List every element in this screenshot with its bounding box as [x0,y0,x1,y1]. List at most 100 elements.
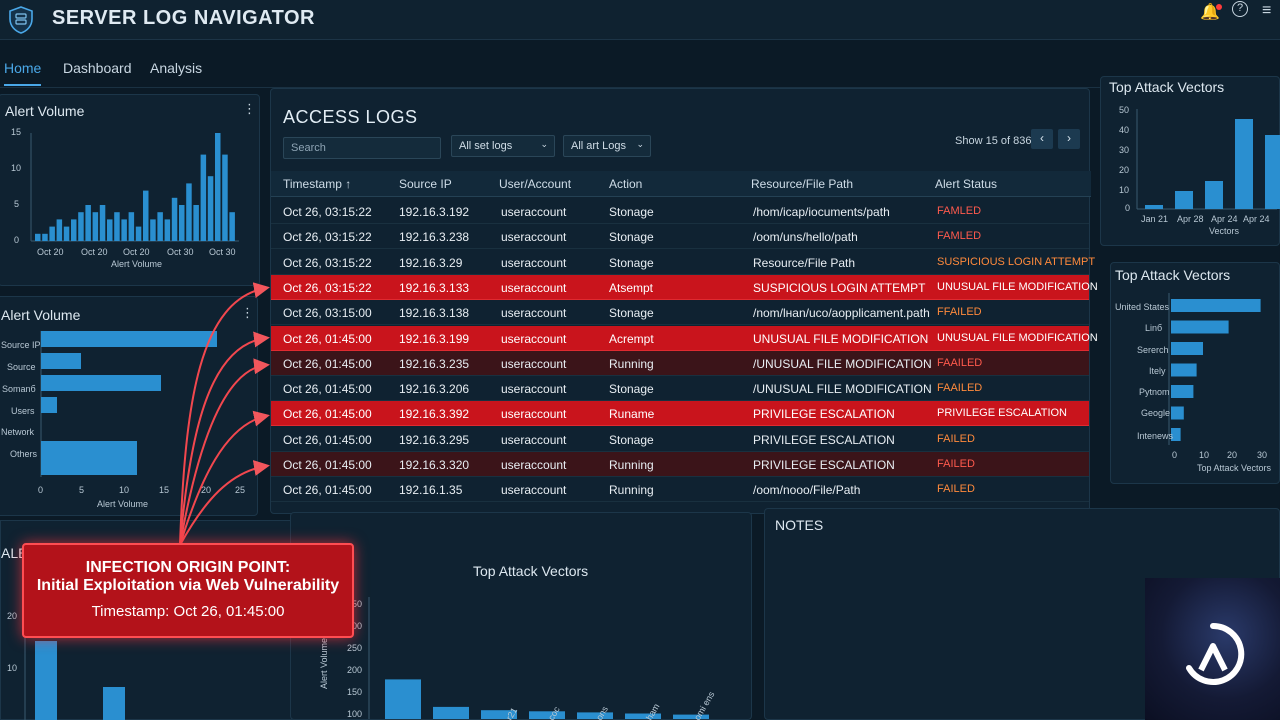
y-tick: 40 [1119,125,1129,135]
table-row[interactable]: Oct 26, 03:15:22 192.16.3.29 useraccount St… [271,250,1095,275]
bell-icon[interactable]: 🔔 [1200,2,1222,22]
alert-status-cell: PRIVILEGE ESCALATION [937,407,1068,420]
bar [229,212,235,241]
source-ip-cell: 192.16.3.320 [399,458,470,472]
y-tick: 0 [1125,203,1130,213]
menu-icon[interactable]: ≡ [1262,2,1271,20]
x-tick: Oct 30 [209,247,236,257]
table-row[interactable]: Oct 26, 03:15:00 192.16.3.138 useraccount S… [271,300,1089,326]
log-source-dropdown[interactable]: All art Logs ⌄ [563,135,651,157]
timestamp-cell: Oct 26, 01:45:00 [283,432,372,447]
user-cell: useraccount [501,331,567,346]
x-tick: omi ens [692,689,717,720]
bar [157,212,163,241]
x-tick: 0 [1172,450,1177,460]
panel-title: Alert Volume [1,307,81,323]
column-header-timestamp[interactable]: Timestamp ↑ [283,177,351,191]
dropdown-value: All set logs [459,140,513,152]
source-ip-cell: 192.16.3.235 [399,356,470,371]
main-nav: Home Dashboard Analysis [0,52,1280,88]
bar [171,197,178,241]
alert-status-cell: UNUSUAL FILE MODIFICATION [937,280,1098,293]
action-cell: Atsempt [609,280,654,295]
log-type-dropdown[interactable]: All set logs ⌄ [451,135,555,157]
x-tick: 15 [159,485,169,495]
bar [222,154,228,241]
table-row[interactable]: Oct 26, 01:45:00 192.16.3.206 useraccount S… [271,376,1089,402]
kebab-icon[interactable]: ⋮ [241,305,254,321]
bar [1171,406,1184,420]
source-ip-cell: 192.16.3.133 [399,280,470,295]
column-header-status[interactable]: Alert Status [935,177,997,191]
tab-home[interactable]: Home [4,60,42,86]
bar [63,226,70,241]
chevron-down-icon: ⌄ [636,139,644,149]
help-icon[interactable]: ? [1232,1,1248,17]
action-cell: Stonage [609,255,654,270]
table-row[interactable]: Oct 26, 01:45:00 192.16.3.392 useraccount R… [271,401,1089,427]
bar [92,212,99,241]
table-row[interactable]: Oct 26, 03:15:22 192.16.3.192 useraccount S… [271,199,1089,224]
resource-path-cell: SUSPICIOUS LOGIN ATTEMPT [753,280,926,295]
kebab-icon[interactable]: ⋮ [243,101,256,117]
table-row[interactable]: Oct 26, 01:45:00 192.16.3.295 useraccount S… [271,427,1089,452]
notes-title: NOTES [775,517,824,533]
alert-volume-chart: 15 10 5 0 Oct 20 Oct 20 Oct 20 Oct 30 Oc… [11,127,239,269]
tab-analysis[interactable]: Analysis [150,60,202,76]
bar [1265,135,1280,209]
search-input[interactable] [283,137,441,159]
action-cell: Stonage [609,230,654,245]
bar [35,233,41,241]
bar [114,212,120,241]
category-label: Network [1,427,35,437]
source-ip-cell: 192.16.1.35 [399,483,463,498]
resource-path-cell: /UNUSUAL FILE MODIFICATION [753,356,932,371]
source-ip-cell: 192.16.3.392 [399,407,470,422]
timestamp-cell: Oct 26, 01:45:00 [283,382,372,397]
top-attack-vectors-bottom-chart: Alert Volume 350 300 250 200 150 100 r21… [319,597,717,720]
y-tick: 30 [1119,145,1129,155]
column-header-resource[interactable]: Resource/File Path [751,177,853,191]
source-ip-cell: 192.16.3.138 [399,306,470,321]
table-row[interactable]: Oct 26, 01:45:00 192.16.3.199 useraccount A… [271,325,1098,351]
y-tick: 15 [11,127,21,137]
chevron-left-icon[interactable]: ‹ [1031,129,1053,149]
chevron-right-icon[interactable]: › [1058,129,1080,149]
top-attack-vectors-bottom-panel: Top Attack Vectors Alert Volume 350 300 … [290,512,752,720]
app-title: SERVER LOG NAVIGATOR [52,7,315,29]
timestamp-cell: Oct 26, 01:45:00 [283,356,372,371]
x-tick: 0 [38,485,43,495]
x-axis-title: Alert Volume [111,259,162,269]
table-row[interactable]: Oct 26, 01:45:00 192.16.3.235 useraccount R… [271,350,1089,376]
resource-path-cell: /UNUSUAL FILE MODIFICATION [753,382,932,397]
column-header-action[interactable]: Action [609,177,642,191]
bar [1171,342,1203,355]
top-attack-vectors-chart: 50 40 30 20 10 0 Jan 21 Apr 28 Apr 24 Ap… [1119,105,1280,236]
column-header-source-ip[interactable]: Source IP [399,177,452,191]
y-tick: 20 [1119,165,1129,175]
table-row[interactable]: Oct 26, 03:15:22 192.16.3.133 useraccount A… [271,274,1098,300]
resource-path-cell: UNUSUAL FILE MODIFICATION [753,331,929,346]
chevron-down-icon: ⌄ [540,139,548,149]
bar [56,219,63,241]
x-tick: Oct 30 [167,247,194,257]
brand-logo-icon [1186,622,1245,685]
panel-title: Top Attack Vectors [1109,79,1225,95]
alert-status-cell: FAILED [937,432,975,445]
column-header-user[interactable]: User/Account [499,177,571,191]
brand-logo-area [1145,578,1280,720]
action-cell: Running [609,483,654,498]
table-row[interactable]: Oct 26, 01:45:00 192.16.3.320 useraccount R… [271,452,1089,477]
bar [1171,320,1229,334]
panel-title: Top Attack Vectors [1115,267,1231,283]
x-tick: 10 [1199,450,1209,460]
bar [215,133,221,241]
tab-dashboard[interactable]: Dashboard [63,60,132,76]
x-tick: 10 [119,485,129,495]
bar [107,219,113,241]
x-tick: Jan 21 [1141,214,1168,224]
table-row[interactable]: Oct 26, 03:15:22 192.16.3.238 useraccount S… [271,224,1089,250]
timestamp-cell: Oct 26, 03:15:22 [283,255,372,270]
table-row[interactable]: Oct 26, 01:45:00 192.16.1.35 useraccount Ru… [271,477,1089,503]
user-cell: useraccount [501,407,567,422]
